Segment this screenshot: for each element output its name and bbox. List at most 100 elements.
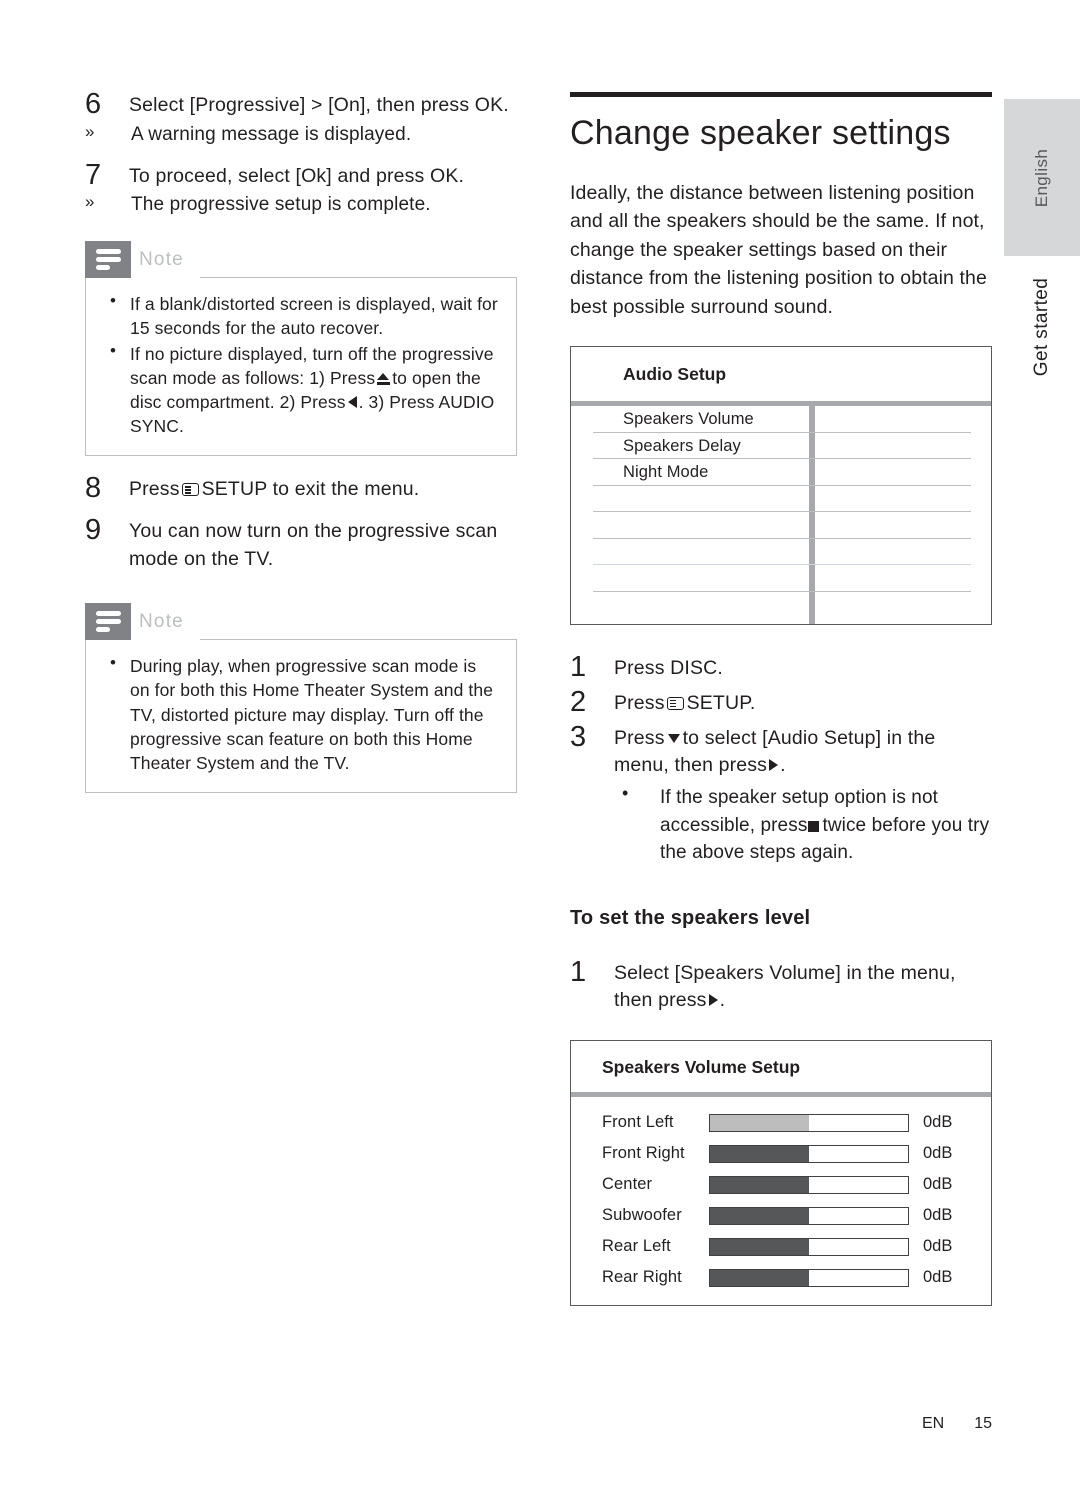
step-number: 3 (570, 720, 587, 753)
bullet-icon: • (110, 340, 116, 360)
language-tab: English (1004, 99, 1080, 256)
volume-slider[interactable] (709, 1268, 909, 1287)
right-arrow-icon (708, 994, 718, 1007)
volume-fill (710, 1269, 809, 1286)
result-marker: » (85, 192, 95, 212)
note-body: • If a blank/distorted screen is display… (85, 277, 517, 457)
volume-value: 0dB (923, 1113, 953, 1132)
page-title: Change speaker settings (570, 114, 951, 152)
setup-icon (666, 697, 684, 711)
step-text-after: . (719, 989, 726, 1012)
step-3-note: • If the speaker setup option is not acc… (614, 783, 992, 867)
volume-fill (710, 1207, 809, 1224)
speaker-label: Center (602, 1175, 653, 1194)
bullet-icon: • (622, 783, 629, 804)
speaker-label: Front Left (602, 1113, 674, 1132)
step-number: 8 (85, 472, 102, 505)
audio-setup-title: Audio Setup (623, 364, 727, 385)
step-text: Select [Speakers Volume] in the menu, th… (614, 960, 992, 1015)
step-number: 7 (85, 158, 102, 191)
volume-slider[interactable] (709, 1206, 909, 1225)
step-7-result: » The progressive setup is complete. (85, 192, 517, 219)
volume-slider[interactable] (709, 1113, 909, 1132)
volume-value: 0dB (923, 1237, 953, 1256)
audio-setup-row (571, 539, 991, 566)
volume-slider[interactable] (709, 1175, 909, 1194)
volume-fill (710, 1238, 809, 1255)
down-arrow-icon (667, 733, 680, 743)
footer-language-code: EN (921, 1415, 945, 1432)
note-icon (85, 603, 131, 640)
audio-setup-row (571, 486, 991, 513)
page-footer: EN 15 (922, 1415, 992, 1433)
audio-setup-row (571, 565, 991, 592)
manual-page: English Get started 6 Select [Progressiv… (0, 0, 1080, 1509)
note-title: Note (131, 241, 200, 279)
volume-slider[interactable] (709, 1237, 909, 1256)
volume-fill (710, 1145, 809, 1162)
volume-row[interactable]: Rear Left 0dB (571, 1231, 991, 1262)
note-box-2: Note • During play, when progressive sca… (85, 603, 517, 793)
speaker-label: Rear Right (602, 1268, 682, 1287)
volume-row[interactable]: Center 0dB (571, 1169, 991, 1200)
result-text: A warning message is displayed. (131, 123, 412, 145)
step-8: 8 Press SETUP to exit the menu. (85, 472, 517, 504)
step-text-before: Press (129, 478, 180, 501)
right-step-1: 1 Press DISC. (570, 651, 992, 683)
audio-setup-grid: Speakers Volume Speakers Delay Night Mod… (571, 406, 991, 625)
speaker-label: Subwoofer (602, 1206, 682, 1225)
row-label: Night Mode (623, 463, 709, 482)
note-icon (85, 241, 131, 278)
step-6-result: » A warning message is displayed. (85, 122, 517, 149)
level-step-1: 1 Select [Speakers Volume] in the menu, … (570, 956, 992, 1015)
eject-icon (377, 372, 391, 385)
left-arrow-icon (347, 395, 357, 408)
volume-rows: Front Left 0dB Front Right 0dB Center 0d… (571, 1097, 991, 1305)
language-tab-label: English (1032, 148, 1051, 207)
step-text-after: SETUP. (686, 692, 756, 715)
right-step-3: 3 Press to select [Audio Setup] in the me… (570, 721, 992, 867)
volume-value: 0dB (923, 1268, 953, 1287)
step-text: Press SETUP. (614, 690, 992, 718)
volume-setup-title: Speakers Volume Setup (602, 1057, 801, 1078)
step-text-before: Select [Speakers Volume] in the menu, th… (614, 961, 956, 1012)
note-item-text: If a blank/distorted screen is displayed… (130, 294, 498, 339)
speakers-volume-screen: Speakers Volume Setup Front Left 0dB Fro… (570, 1040, 992, 1307)
note-box-1: Note • If a blank/distorted screen is di… (85, 241, 517, 457)
right-arrow-icon (769, 759, 779, 772)
footer-page-number: 15 (974, 1415, 992, 1432)
volume-slider[interactable] (709, 1144, 909, 1163)
step-number: 9 (85, 513, 102, 546)
step-text: Press DISC. (614, 657, 723, 680)
volume-row[interactable]: Front Right 0dB (571, 1138, 991, 1169)
note-body: • During play, when progressive scan mod… (85, 639, 517, 793)
right-column: Change speaker settings Ideally, the dis… (570, 92, 992, 1307)
volume-row[interactable]: Front Left 0dB (571, 1107, 991, 1138)
note-item-text: If no picture displayed, turn off the pr… (130, 342, 498, 439)
stop-icon (808, 820, 820, 832)
audio-setup-screen: Audio Setup Speakers Volume Speakers Del… (570, 346, 992, 626)
audio-setup-row[interactable]: Night Mode (571, 459, 991, 486)
volume-value: 0dB (923, 1175, 953, 1194)
step-text-after: SETUP to exit the menu. (201, 478, 420, 501)
audio-setup-row[interactable]: Speakers Delay (571, 433, 991, 460)
audio-setup-row[interactable]: Speakers Volume (571, 406, 991, 433)
audio-setup-row (571, 592, 991, 619)
step-number: 1 (570, 651, 587, 684)
speaker-label: Front Right (602, 1144, 685, 1163)
volume-row[interactable]: Subwoofer 0dB (571, 1200, 991, 1231)
note-item: • If no picture displayed, turn off the … (104, 340, 498, 439)
note-item-text: During play, when progressive scan mode … (130, 656, 494, 773)
setup-icon (181, 483, 199, 497)
step-text: Press to select [Audio Setup] in the menu… (614, 725, 992, 780)
step-text-before: Press (614, 726, 665, 749)
step-text-after: . (780, 754, 786, 777)
note-header: Note (85, 603, 200, 641)
chapter-tab: Get started (1004, 262, 1080, 392)
note-item: • During play, when progressive scan mod… (104, 653, 498, 775)
intro-paragraph: Ideally, the distance between listening … (570, 182, 987, 318)
left-column: 6 Select [Progressive] > [On], then pres… (85, 88, 517, 813)
right-step-2: 2 Press SETUP. (570, 686, 992, 718)
step-9: 9 You can now turn on the progressive sc… (85, 514, 517, 573)
volume-row[interactable]: Rear Right 0dB (571, 1262, 991, 1293)
